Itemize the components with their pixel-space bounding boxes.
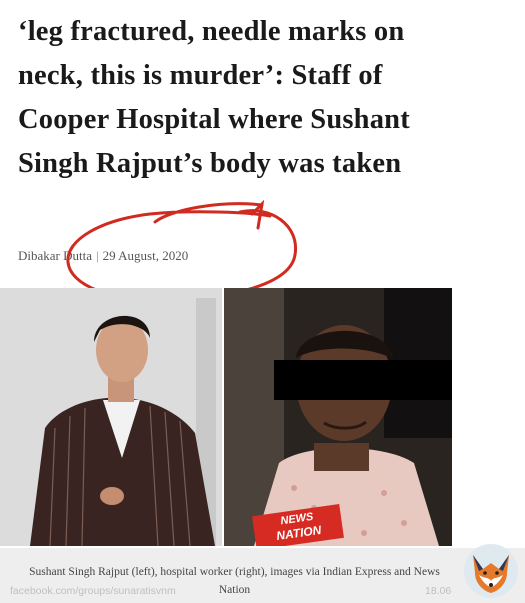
author-name[interactable]: Dibakar Dutta <box>18 248 92 263</box>
hospital-worker-photo: NEWS NATION <box>224 288 452 546</box>
byline-separator: | <box>96 248 99 263</box>
watermark-url: facebook.com/groups/sunaratisvnm <box>10 585 176 597</box>
article-image: NEWS NATION <box>0 288 525 548</box>
article-byline: Dibakar Dutta | 29 August, 2020 <box>18 248 188 264</box>
publish-date: 29 August, 2020 <box>102 248 189 263</box>
fox-logo-icon <box>464 544 518 598</box>
article-headline: ‘leg fractured, needle marks on neck, th… <box>18 16 410 179</box>
watermark-date: 18.06 <box>425 585 452 597</box>
actor-photo <box>0 288 222 546</box>
